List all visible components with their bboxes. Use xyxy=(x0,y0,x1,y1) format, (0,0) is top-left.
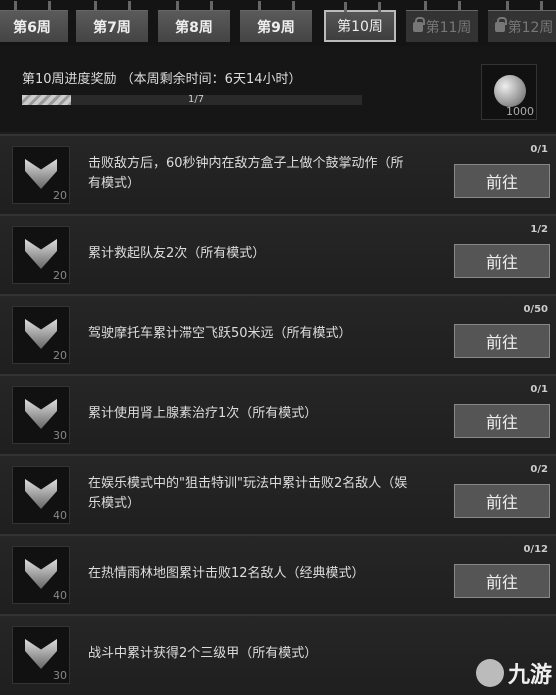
task-description: 累计使用肾上腺素治疗1次（所有模式） xyxy=(88,406,318,421)
chevron-badge-icon xyxy=(25,159,57,189)
badge-level: 40 xyxy=(53,589,67,602)
chevron-badge-icon xyxy=(25,319,57,349)
ring-icon xyxy=(210,1,213,11)
tab-week-9[interactable]: 第9周 xyxy=(240,1,312,42)
chevron-badge-icon xyxy=(25,399,57,429)
badge-level: 30 xyxy=(53,669,67,682)
tab-week-8[interactable]: 第8周 xyxy=(158,1,230,42)
task-count: 1/2 xyxy=(530,224,548,235)
rank-badge: 40 xyxy=(12,546,70,604)
tab-label: 第7周 xyxy=(93,19,131,36)
badge-level: 20 xyxy=(53,269,67,282)
go-button[interactable]: 前往 xyxy=(454,244,550,278)
watermark-logo: 九游 xyxy=(475,657,552,689)
task-row: 20 击败敌方后，60秒钟内在敌方盒子上做个鼓掌动作（所有模式） 0/1 前往 xyxy=(0,134,556,214)
week-tabs: 第6周 第7周 第8周 第9周 第10周 第11周 第12周 xyxy=(0,0,556,46)
tab-week-12[interactable]: 第12周 xyxy=(488,1,556,42)
go-button[interactable]: 前往 xyxy=(454,164,550,198)
ring-icon xyxy=(48,1,51,11)
progress-title: 第10周进度奖励 （本周剩余时间：6天14小时） xyxy=(22,72,302,87)
ring-icon xyxy=(176,1,179,11)
silver-coin-icon xyxy=(494,75,526,107)
tab-week-6[interactable]: 第6周 xyxy=(0,1,68,42)
ring-icon xyxy=(94,1,97,11)
rank-badge: 20 xyxy=(12,226,70,284)
tab-label: 第8周 xyxy=(175,19,213,36)
progress-fill xyxy=(22,95,71,105)
tab-week-10[interactable]: 第10周 xyxy=(324,2,396,42)
progress-text: 1/7 xyxy=(188,94,205,105)
tab-label: 第11周 xyxy=(425,19,472,36)
task-description: 驾驶摩托车累计滞空飞跃50米远（所有模式） xyxy=(88,326,352,341)
go-button[interactable]: 前往 xyxy=(454,564,550,598)
rank-badge: 30 xyxy=(12,386,70,444)
tab-label: 第12周 xyxy=(507,19,554,36)
rank-badge: 40 xyxy=(12,466,70,524)
tab-label: 第6周 xyxy=(13,19,51,36)
ring-icon xyxy=(540,1,543,11)
reward-item[interactable]: 1000 xyxy=(481,64,537,120)
chevron-badge-icon xyxy=(25,559,57,589)
ring-icon xyxy=(458,1,461,11)
task-count: 0/1 xyxy=(530,384,548,395)
go-button[interactable]: 前往 xyxy=(454,404,550,438)
rank-badge: 30 xyxy=(12,626,70,684)
rank-badge: 20 xyxy=(12,146,70,204)
ring-icon xyxy=(378,2,381,12)
task-count: 0/1 xyxy=(530,144,548,155)
logo-icon xyxy=(475,659,504,687)
badge-level: 30 xyxy=(53,429,67,442)
watermark-text: 九游 xyxy=(507,663,552,688)
ring-icon xyxy=(14,1,17,11)
ring-icon xyxy=(344,2,347,12)
chevron-badge-icon xyxy=(25,639,57,669)
tab-label: 第9周 xyxy=(257,19,295,36)
task-row: 20 累计救起队友2次（所有模式） 1/2 前往 xyxy=(0,214,556,294)
chevron-badge-icon xyxy=(25,239,57,269)
ring-icon xyxy=(506,1,509,11)
task-count: 0/50 xyxy=(523,304,548,315)
lock-icon xyxy=(494,16,507,32)
badge-level: 40 xyxy=(53,509,67,522)
rank-badge: 20 xyxy=(12,306,70,364)
task-row: 30 战斗中累计获得2个三级甲（所有模式） xyxy=(0,614,556,694)
lock-icon xyxy=(412,16,425,32)
ring-icon xyxy=(292,1,295,11)
task-count: 0/2 xyxy=(530,464,548,475)
task-description: 击败敌方后，60秒钟内在敌方盒子上做个鼓掌动作（所有模式） xyxy=(88,156,404,191)
task-description: 战斗中累计获得2个三级甲（所有模式） xyxy=(88,646,318,661)
task-description: 在热情雨林地图累计击败12名敌人（经典模式） xyxy=(88,566,365,581)
task-description: 累计救起队友2次（所有模式） xyxy=(88,246,266,261)
task-row: 40 在娱乐模式中的"狙击特训"玩法中累计击败2名敌人（娱乐模式） 0/2 前往 xyxy=(0,454,556,534)
task-count: 0/12 xyxy=(523,544,548,555)
go-button[interactable]: 前往 xyxy=(454,324,550,358)
task-row: 30 累计使用肾上腺素治疗1次（所有模式） 0/1 前往 xyxy=(0,374,556,454)
tab-week-7[interactable]: 第7周 xyxy=(76,1,148,42)
progress-panel: 第10周进度奖励 （本周剩余时间：6天14小时） 1/7 1000 xyxy=(0,46,556,132)
task-row: 20 驾驶摩托车累计滞空飞跃50米远（所有模式） 0/50 前往 xyxy=(0,294,556,374)
task-description: 在娱乐模式中的"狙击特训"玩法中累计击败2名敌人（娱乐模式） xyxy=(88,476,408,511)
tab-week-11[interactable]: 第11周 xyxy=(406,1,478,42)
ring-icon xyxy=(128,1,131,11)
badge-level: 20 xyxy=(53,349,67,362)
task-row: 40 在热情雨林地图累计击败12名敌人（经典模式） 0/12 前往 xyxy=(0,534,556,614)
ring-icon xyxy=(424,1,427,11)
tab-label: 第10周 xyxy=(337,19,383,35)
go-button[interactable]: 前往 xyxy=(454,484,550,518)
chevron-badge-icon xyxy=(25,479,57,509)
ring-icon xyxy=(258,1,261,11)
reward-count: 1000 xyxy=(506,105,534,118)
badge-level: 20 xyxy=(53,189,67,202)
